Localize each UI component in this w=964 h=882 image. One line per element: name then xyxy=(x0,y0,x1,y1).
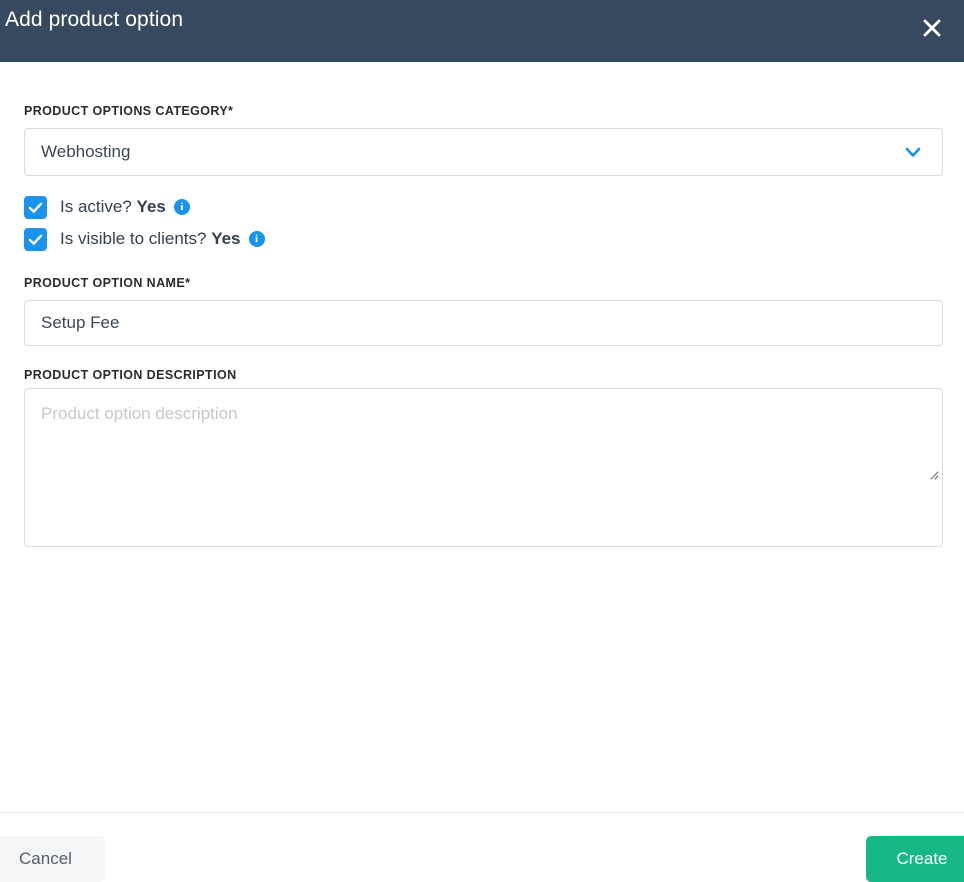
create-button[interactable]: Create xyxy=(866,836,964,882)
is-active-checkbox[interactable] xyxy=(24,195,47,219)
is-active-label-text: Is active? xyxy=(60,197,132,216)
is-active-row[interactable]: Is active? Yes i xyxy=(24,194,190,220)
close-icon xyxy=(921,17,943,39)
cancel-button[interactable]: Cancel xyxy=(0,836,105,882)
product-options-category-label: PRODUCT OPTIONS CATEGORY* xyxy=(24,104,234,118)
is-visible-to-clients-label: Is visible to clients? Yes xyxy=(60,229,241,249)
is-active-label: Is active? Yes xyxy=(60,197,166,217)
modal-body: PRODUCT OPTIONS CATEGORY* Webhosting Is … xyxy=(0,62,964,812)
product-options-category-select[interactable]: Webhosting xyxy=(24,128,943,176)
is-visible-to-clients-checkbox[interactable] xyxy=(24,227,47,251)
close-button[interactable] xyxy=(912,8,952,48)
is-active-value: Yes xyxy=(136,197,166,216)
product-options-category-value: Webhosting xyxy=(41,142,131,161)
is-visible-to-clients-label-text: Is visible to clients? xyxy=(60,229,207,248)
modal-title: Add product option xyxy=(5,8,184,31)
product-option-name-input[interactable] xyxy=(24,300,943,346)
modal-footer: Cancel Create xyxy=(0,812,964,882)
is-active-info-icon[interactable]: i xyxy=(173,199,190,215)
modal-header: Add product option xyxy=(0,0,964,62)
product-option-description-label: PRODUCT OPTION DESCRIPTION xyxy=(24,368,237,382)
product-option-name-label: PRODUCT OPTION NAME* xyxy=(24,276,191,290)
product-option-description-textarea[interactable] xyxy=(24,388,943,547)
chevron-down-icon xyxy=(902,141,924,163)
is-visible-to-clients-row[interactable]: Is visible to clients? Yes i xyxy=(24,226,265,252)
is-visible-to-clients-info-icon[interactable]: i xyxy=(248,231,265,247)
is-visible-to-clients-value: Yes xyxy=(211,229,241,248)
